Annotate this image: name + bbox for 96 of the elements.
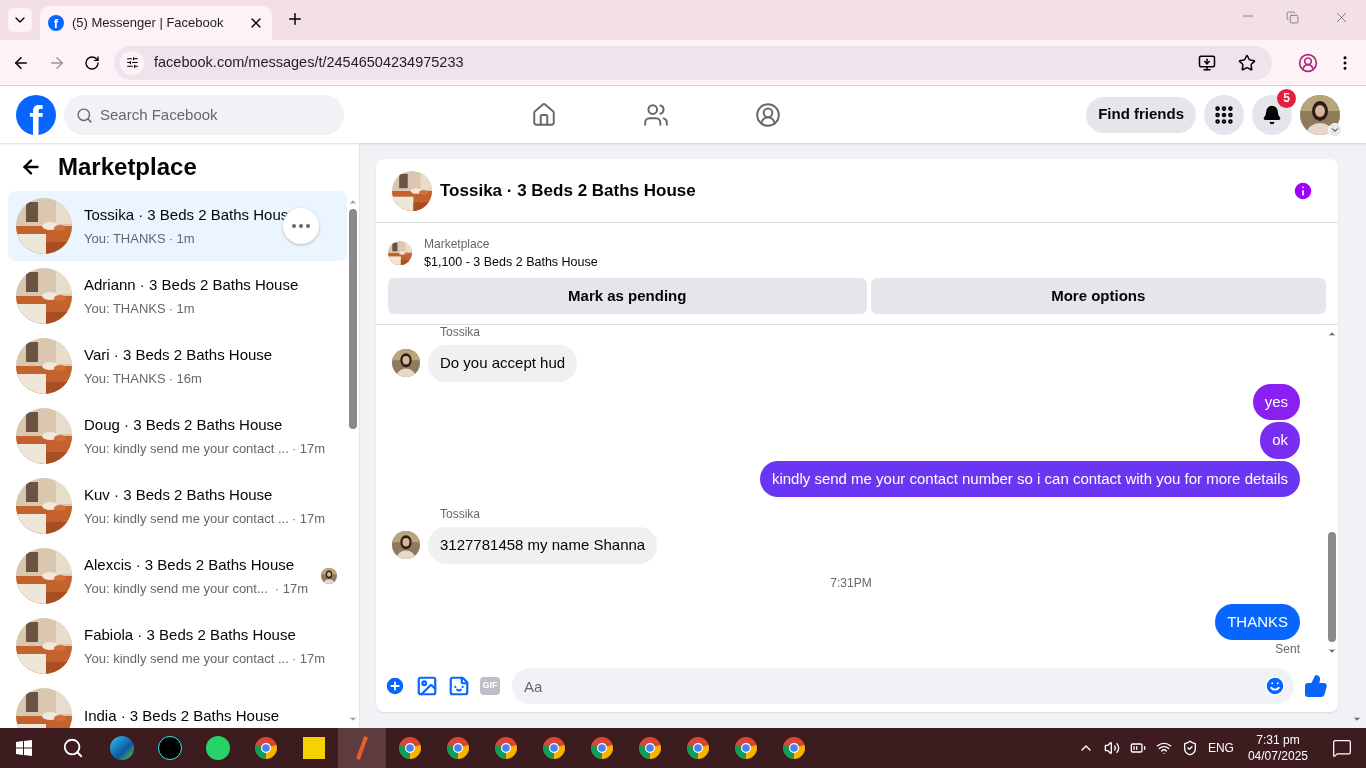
new-tab-icon[interactable] — [286, 10, 304, 28]
clock[interactable]: 7:31 pm 04/07/2025 — [1247, 732, 1308, 764]
sidebar-title: Marketplace — [58, 152, 197, 182]
message-preview: You: kindly send me your contact ... — [84, 650, 289, 668]
reload-icon[interactable] — [84, 54, 100, 71]
message-bubble: Do you accept hud — [428, 345, 578, 382]
install-icon[interactable] — [1198, 53, 1216, 72]
conversation-name: Alexcis · 3 Beds 2 Baths House — [84, 554, 296, 575]
conversation-name: India · 3 Beds 2 Baths House — [84, 705, 281, 726]
message-bubble: yes — [1252, 383, 1300, 420]
scroll-down-icon[interactable] — [1327, 646, 1337, 656]
conversation-name: Fabiola · 3 Beds 2 Baths House — [84, 624, 297, 645]
message-bubble: 3127781458 my name Shanna — [428, 527, 658, 564]
volume-icon[interactable] — [1103, 740, 1120, 756]
listing-label: Marketplace — [424, 236, 491, 253]
battery-icon[interactable] — [1129, 740, 1146, 756]
browser-tab[interactable]: f (5) Messenger | Facebook — [40, 6, 272, 40]
find-friends-button[interactable]: Find friends — [1086, 96, 1196, 133]
conversation-item[interactable]: Doug · 3 Beds 2 Baths House You: kindly send me your contact ... · 17m — [8, 401, 347, 471]
bookmark-icon[interactable] — [1238, 53, 1256, 72]
conversation-name: Doug · 3 Beds 2 Baths House — [84, 414, 284, 435]
favicon: f — [48, 15, 64, 31]
language-indicator[interactable]: ENG — [1207, 739, 1234, 757]
message-time: · 16m — [168, 370, 202, 388]
conversation-item[interactable]: Alexcis · 3 Beds 2 Baths House You: kindly send me your cont... · 17m — [8, 541, 347, 611]
message-bubble: kindly send me your contact number so i can contact with you for more details — [759, 460, 1300, 497]
scroll-down-icon[interactable] — [348, 714, 358, 724]
chrome-icon[interactable] — [782, 736, 806, 760]
chrome-icon[interactable] — [254, 736, 278, 760]
menu-button[interactable] — [1204, 94, 1244, 135]
message-time: · 1m — [168, 300, 195, 318]
site-settings-icon[interactable] — [120, 50, 144, 75]
conversation-name: Adriann · 3 Beds 2 Baths House — [84, 274, 300, 295]
search-field[interactable]: Search Facebook — [64, 94, 344, 135]
notification-icon[interactable] — [1332, 738, 1352, 758]
notification-badge: 5 — [1277, 88, 1296, 108]
wifi-icon[interactable] — [1155, 740, 1172, 756]
listing-title: $1,100 - 3 Beds 2 Baths House — [424, 254, 598, 271]
conversation-item[interactable]: Kuv · 3 Beds 2 Baths House You: kindly send me your contact ... · 17m — [8, 471, 347, 541]
chrome-icon[interactable] — [494, 736, 518, 760]
message-time: · 17m — [274, 580, 309, 598]
security-icon[interactable] — [1181, 740, 1198, 756]
action-button[interactable]: Mark as pending — [388, 277, 867, 314]
scrollbar-thumb[interactable] — [349, 209, 357, 429]
chrome-icon[interactable] — [590, 736, 614, 760]
message-time: · 17m — [291, 510, 325, 528]
chrome-icon[interactable] — [638, 736, 662, 760]
profile-icon[interactable] — [1298, 52, 1318, 73]
conversation-item[interactable]: Vari · 3 Beds 2 Baths House You: THANKS · 16m — [8, 331, 347, 401]
sender-name: Tossika — [440, 325, 480, 339]
message-time: · 17m — [291, 440, 325, 458]
message-input[interactable]: Aa — [512, 668, 1294, 704]
chrome-icon[interactable] — [734, 736, 758, 760]
message-preview: You: kindly send me your contact ... — [84, 440, 289, 458]
photo-icon[interactable] — [416, 675, 438, 697]
chrome-icon[interactable] — [446, 736, 470, 760]
emoji-icon[interactable] — [1264, 675, 1286, 697]
bell-icon — [1262, 104, 1282, 125]
tab-title: (5) Messenger | Facebook — [72, 14, 225, 33]
message-time: · 17m — [291, 650, 325, 668]
info-icon[interactable] — [1292, 179, 1314, 202]
url-text: facebook.com/messages/t/24546504234975233 — [154, 52, 465, 72]
windows-icon[interactable] — [16, 740, 32, 756]
notifications-button[interactable] — [1252, 94, 1292, 135]
scroll-down-icon[interactable] — [1352, 714, 1362, 724]
message-bubble: ok — [1260, 422, 1300, 459]
sent-status: Sent — [1275, 641, 1300, 658]
scrollbar-thumb[interactable] — [1328, 532, 1336, 642]
message-preview: You: THANKS — [84, 300, 166, 318]
ellipsis-icon — [292, 224, 310, 228]
like-icon[interactable] — [1304, 674, 1328, 698]
message-preview: You: kindly send me your contact ... — [84, 510, 289, 528]
tab-list-button[interactable] — [8, 8, 32, 32]
conversation-item[interactable]: Fabiola · 3 Beds 2 Baths House You: kindly send me your contact ... · 17m — [8, 611, 347, 681]
sender-name: Tossika — [440, 507, 480, 521]
chat-title: Tossika · 3 Beds 2 Baths House — [440, 179, 696, 202]
conversation-name: Kuv · 3 Beds 2 Baths House — [84, 484, 274, 505]
conversation-name: Vari · 3 Beds 2 Baths House — [84, 344, 274, 365]
chrome-icon[interactable] — [686, 736, 710, 760]
grid-icon — [1213, 103, 1235, 126]
address-bar[interactable]: facebook.com/messages/t/24546504234975233 — [114, 45, 1272, 80]
add-icon[interactable] — [384, 675, 406, 697]
facebook-logo[interactable]: f — [16, 94, 56, 135]
message-preview: You: kindly send me your cont... — [84, 580, 268, 598]
action-button[interactable]: More options — [870, 277, 1326, 314]
search-icon — [76, 106, 93, 124]
chrome-icon[interactable] — [542, 736, 566, 760]
timestamp: 7:31PM — [830, 574, 872, 592]
sticker-icon[interactable] — [448, 675, 470, 697]
message-bubble: THANKS — [1215, 603, 1300, 640]
message-preview: You: THANKS — [84, 370, 166, 388]
search-icon[interactable] — [62, 737, 84, 759]
message-time: · 1m — [168, 230, 195, 248]
chrome-icon[interactable] — [398, 736, 422, 760]
conversation-item[interactable]: Adriann · 3 Beds 2 Baths House You: THANKS · 1m — [8, 261, 347, 331]
message-preview: You: THANKS — [84, 230, 166, 248]
